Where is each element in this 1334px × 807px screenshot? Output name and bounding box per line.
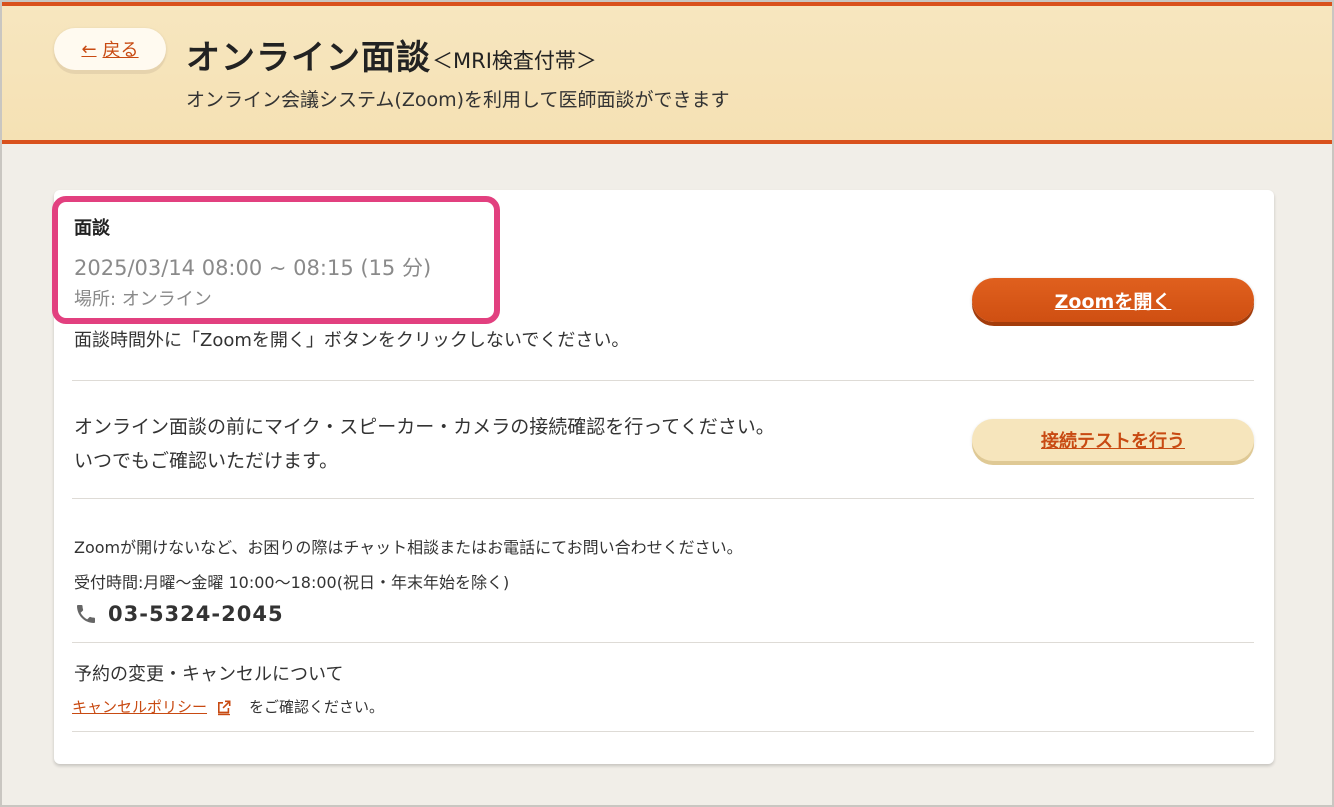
external-link-icon[interactable] [215, 698, 233, 716]
back-button-label: 戻る [102, 40, 139, 61]
cancel-policy-row: キャンセルポリシー をご確認ください。 [72, 696, 384, 717]
change-cancel-heading: 予約の変更・キャンセルについて [74, 664, 344, 685]
support-hours-text: 受付時間:月曜～金曜 10:00～18:00(祝日・年末年始を除く) [74, 573, 510, 592]
section-divider [72, 731, 1254, 732]
connection-test-text: オンライン面談の前にマイク・スピーカー・カメラの接続確認を行ってください。 [74, 416, 775, 438]
cancel-policy-link[interactable]: キャンセルポリシー [72, 696, 207, 717]
back-arrow-icon: ← [81, 38, 97, 60]
phone-row: 03-5324-2045 [74, 602, 284, 626]
section-divider [72, 642, 1254, 643]
phone-number: 03-5324-2045 [108, 602, 284, 626]
appointment-heading: 面談 [74, 218, 110, 239]
appointment-location: 場所: オンライン [74, 289, 212, 310]
cancel-policy-suffix: をご確認ください。 [249, 698, 385, 716]
phone-icon [77, 605, 95, 623]
page-title-tag: ＜MRI検査付帯＞ [432, 49, 597, 73]
section-divider [72, 498, 1254, 499]
section-divider [72, 380, 1254, 381]
connection-test-button[interactable]: 接続テストを行う [972, 419, 1254, 461]
back-button[interactable]: ← 戻る [54, 28, 166, 70]
page-description: オンライン会議システム(Zoom)を利用して医師面談ができます [186, 89, 730, 111]
connection-test-note: いつでもご確認いただけます。 [74, 450, 339, 472]
open-zoom-button[interactable]: Zoomを開く [972, 278, 1254, 322]
appointment-warning: 面談時間外に「Zoomを開く」ボタンをクリックしないでください。 [74, 330, 630, 351]
page-title: オンライン面談 [186, 38, 431, 78]
support-help-text: Zoomが開けないなど、お困りの際はチャット相談またはお電話にてお問い合わせくだ… [74, 538, 743, 557]
appointment-datetime: 2025/03/14 08:00 ~ 08:15 (15 分) [74, 256, 432, 280]
